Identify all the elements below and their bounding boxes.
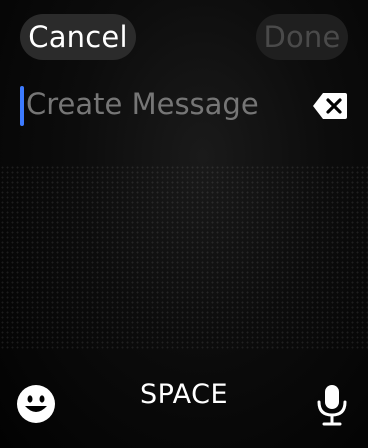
emoji-icon[interactable] [16,384,56,424]
message-compose-screen: Cancel Done Create Message SPACE [0,0,368,448]
message-input-field[interactable]: Create Message [0,82,368,130]
scribble-area[interactable] [0,165,368,350]
cancel-button[interactable]: Cancel [20,14,136,60]
done-button[interactable]: Done [256,14,348,60]
microphone-icon[interactable] [312,383,352,427]
delete-icon[interactable] [312,92,348,120]
space-key[interactable]: SPACE [120,374,248,414]
text-caret [20,86,24,126]
message-placeholder: Create Message [26,87,259,121]
